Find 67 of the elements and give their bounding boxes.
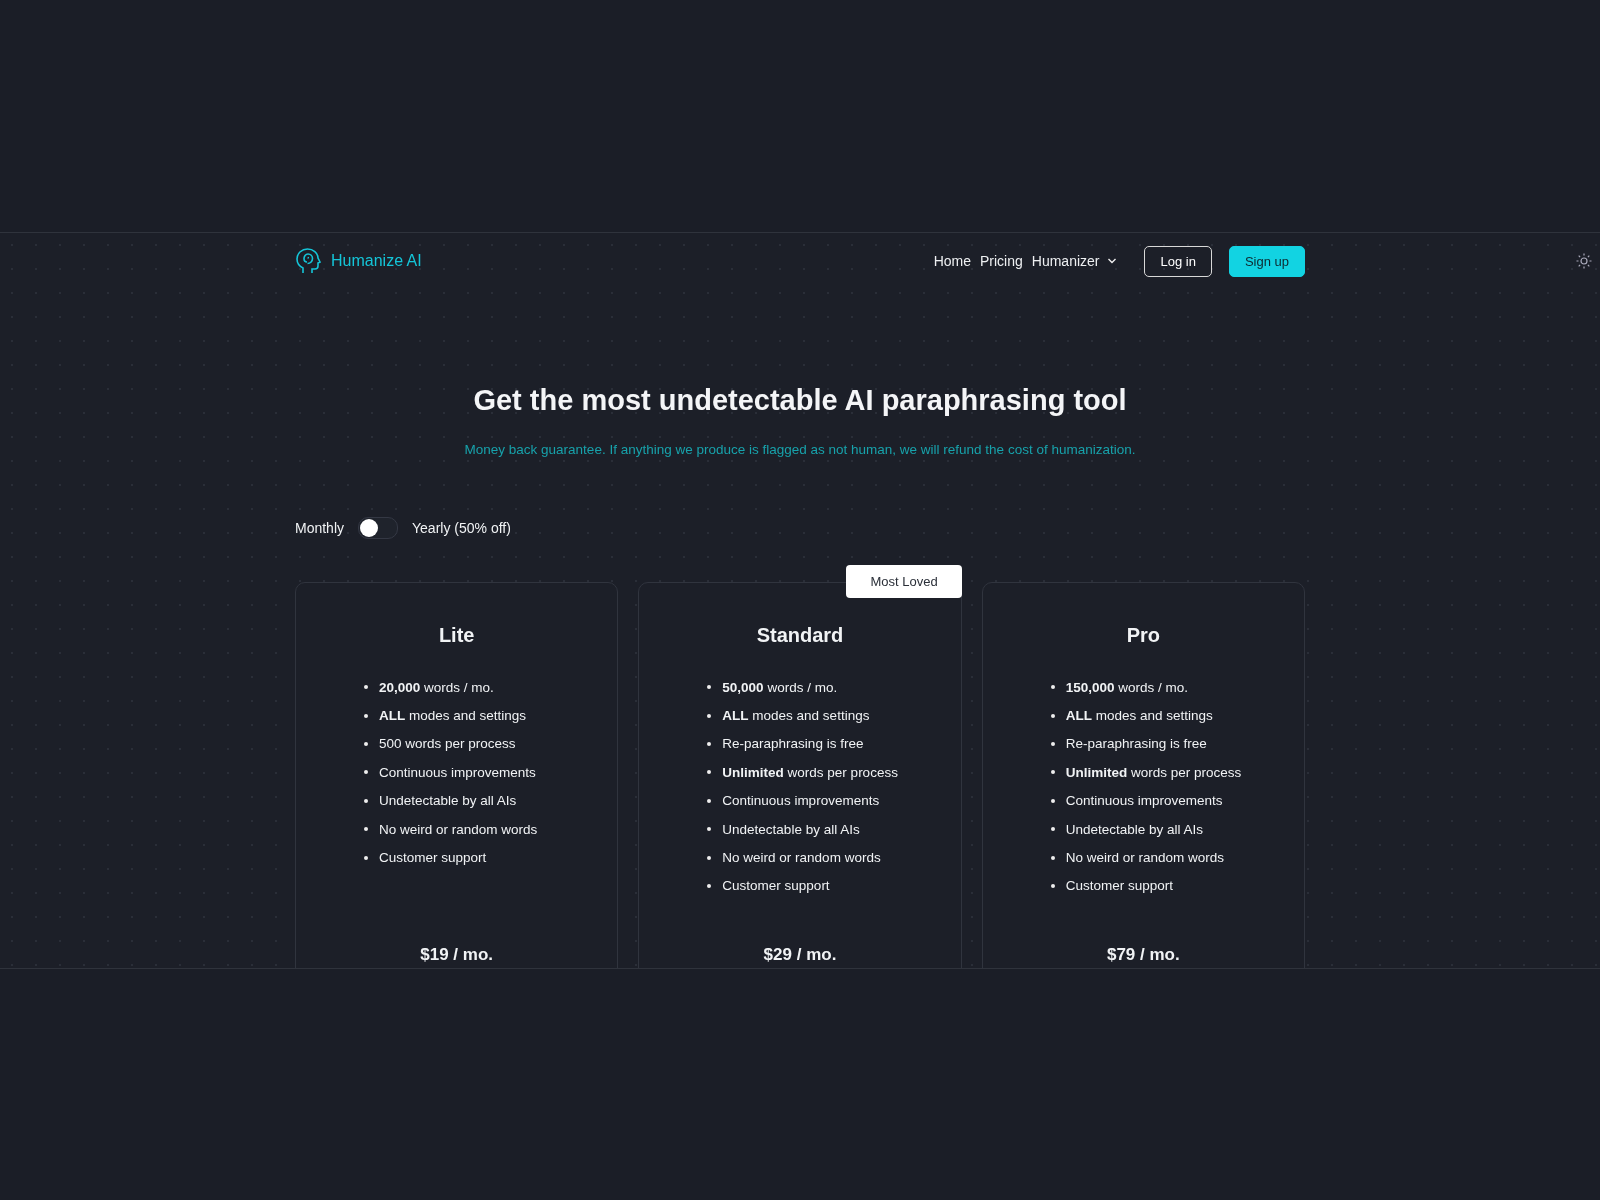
feature-text: Unlimited words per process (1065, 764, 1242, 780)
bullet-icon (1050, 883, 1055, 888)
bullet-icon (1050, 713, 1055, 718)
feature-text: 500 words per process (379, 736, 516, 752)
feature-text: Re-paraphrasing is free (1065, 736, 1207, 752)
feature-text: No weird or random words (722, 850, 881, 866)
signup-button[interactable]: Sign up (1228, 245, 1305, 277)
feature-text: Undetectable by all AIs (1065, 821, 1203, 837)
plan-badge: Most Loved (846, 565, 962, 598)
feature-text: ALL modes and settings (722, 708, 870, 724)
nav-link[interactable]: Home (933, 253, 971, 269)
bullet-icon (364, 741, 368, 746)
login-button[interactable]: Log in (1144, 245, 1212, 277)
chevron-icon (1107, 258, 1118, 264)
bullet-icon (707, 685, 712, 690)
plan-name: Lite (438, 623, 475, 647)
plan-name: Standard (756, 623, 844, 647)
feature-text: No weird or random words (1065, 850, 1224, 866)
bullet-icon (364, 713, 368, 718)
feature-text: Continuous improvements (1065, 793, 1223, 809)
bullet-icon (1050, 770, 1055, 775)
feature-text: Continuous improvements (722, 793, 880, 809)
guarantee-text: Money back guarantee. If anything we produce is flagged as not human, we will refund the cost of humanization. (463, 441, 1137, 459)
bullet-icon (364, 827, 368, 832)
nav-dropdown[interactable]: Humanizer (1031, 253, 1118, 269)
feature-text: Customer support (1065, 878, 1173, 894)
bullet-icon (1050, 741, 1055, 746)
bullet-icon (707, 883, 712, 888)
bullet-icon (707, 713, 712, 718)
bullet-icon (364, 685, 368, 690)
plan-price: $29 / mo. (763, 944, 837, 966)
yearly-label: Yearly (50% off) (412, 520, 511, 536)
monthly-label: Monthly (295, 520, 345, 536)
bullet-icon (364, 798, 368, 803)
billing-toggle[interactable] (358, 517, 399, 539)
feature-text: Unlimited words per process (722, 764, 898, 780)
plan-price: $79 / mo. (1106, 944, 1180, 966)
feature-text: Undetectable by all AIs (379, 793, 517, 809)
sun-icon[interactable] (1576, 253, 1592, 269)
feature-text: ALL modes and settings (1065, 708, 1213, 724)
brand-name: Humanize AI (331, 252, 422, 270)
page-heading: Get the most undetectable AI paraphrasing tool (472, 383, 1128, 418)
bullet-icon (1050, 827, 1055, 832)
feature-text: Re-paraphrasing is free (722, 736, 864, 752)
bullet-icon (707, 741, 712, 746)
head-logo-icon (295, 247, 321, 275)
bullet-icon (364, 770, 368, 775)
bullet-icon (1050, 685, 1055, 690)
feature-text: Customer support (379, 850, 487, 866)
feature-text: Continuous improvements (379, 764, 536, 780)
bullet-icon (1050, 798, 1055, 803)
feature-text: Undetectable by all AIs (722, 821, 860, 837)
feature-text: 150,000 words / mo. (1065, 679, 1188, 695)
bullet-icon (1050, 855, 1055, 860)
feature-text: ALL modes and settings (379, 708, 527, 724)
plan-name: Pro (1126, 623, 1160, 647)
bullet-icon (364, 855, 368, 860)
bullet-icon (707, 770, 712, 775)
feature-text: Customer support (722, 878, 830, 894)
feature-text: No weird or random words (379, 821, 538, 837)
plan-price: $19 / mo. (420, 944, 494, 966)
feature-text: 20,000 words / mo. (379, 679, 494, 695)
bullet-icon (707, 798, 712, 803)
bullet-icon (707, 855, 712, 860)
feature-text: 50,000 words / mo. (722, 679, 838, 695)
nav-link[interactable]: Pricing (980, 253, 1023, 269)
bullet-icon (707, 827, 712, 832)
